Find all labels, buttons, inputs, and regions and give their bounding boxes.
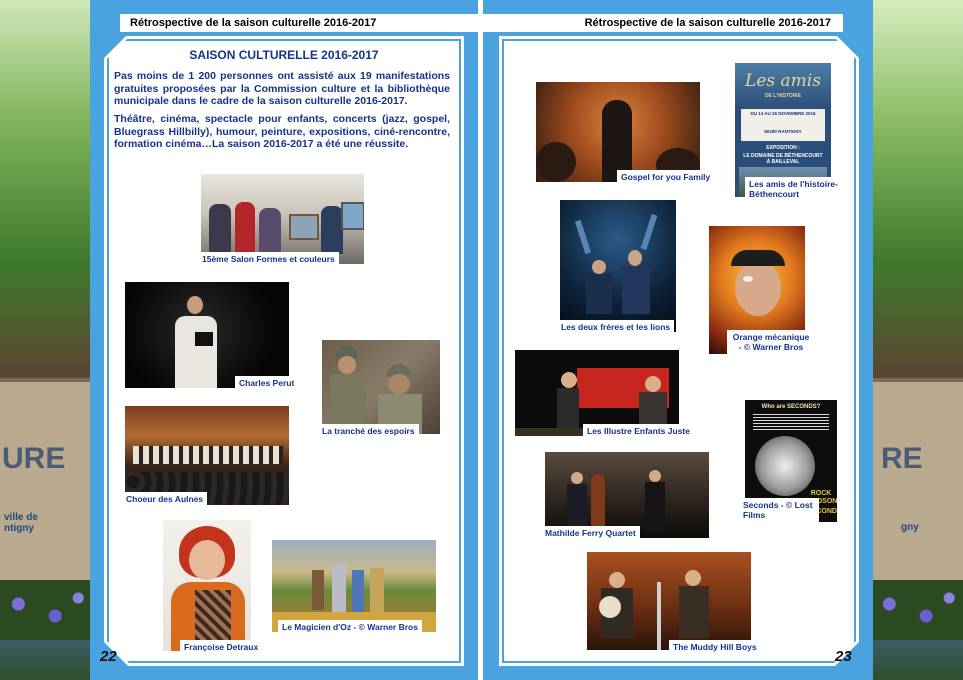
caption-seconds: Seconds - © Lost Films bbox=[739, 498, 819, 522]
caption-detraux: Françoise Detraux bbox=[180, 640, 263, 654]
poster-amis-subtitle: DE L'HISTOIRE bbox=[764, 93, 802, 99]
poster-amis-expo: EXPOSITION : bbox=[766, 145, 800, 151]
caption-muddy: The Muddy Hill Boys bbox=[669, 640, 761, 654]
photo-deux-freres bbox=[560, 200, 676, 332]
wooden-sign-left: URE ville de ntigny bbox=[0, 378, 92, 582]
photo-magicien-oz bbox=[272, 540, 436, 632]
poster-seconds-top: Who are SECONDS? bbox=[761, 404, 821, 410]
photo-salon-formes bbox=[201, 174, 364, 264]
sign-text-left: URE bbox=[2, 442, 66, 475]
article-title: SAISON CULTURELLE 2016-2017 bbox=[189, 48, 379, 62]
poster-amis-location: 60290 RANTIGNY bbox=[764, 129, 802, 134]
background-forest-left: URE ville de ntigny bbox=[0, 0, 92, 680]
sign-sub-left: ville de ntigny bbox=[4, 512, 38, 534]
photo-choeur-aulnes bbox=[125, 406, 289, 505]
caption-salon: 15ème Salon Formes et couleurs bbox=[198, 252, 339, 266]
sign-sub-right: gny bbox=[901, 522, 919, 533]
intro-paragraph-1: Pas moins de 1 200 personnes ont assisté… bbox=[114, 70, 450, 107]
sign-text-right: RE bbox=[881, 442, 923, 475]
poster-amis-dates: DU 14 AU 26 NOVEMBRE 2016 bbox=[750, 111, 816, 116]
caption-gospel: Gospel for you Family bbox=[617, 170, 715, 184]
poster-amis-title: Les amis bbox=[745, 71, 821, 91]
wooden-sign-right: RE gny bbox=[871, 378, 963, 582]
page-right: Rétrospective de la saison culturelle 20… bbox=[483, 0, 873, 680]
flowers-left bbox=[0, 580, 92, 640]
caption-mathilde: Mathilde Ferry Quartet bbox=[541, 526, 640, 540]
caption-tranche: La tranché des espoirs bbox=[318, 424, 419, 438]
photo-gospel bbox=[536, 82, 700, 182]
photo-muddy-hill-boys bbox=[587, 552, 751, 650]
intro-paragraph-2: Théâtre, cinéma, spectacle pour enfants,… bbox=[114, 113, 450, 150]
caption-oz: Le Magicien d'Oz - © Warner Bros bbox=[278, 620, 422, 634]
caption-freres: Les deux frères et les lions bbox=[557, 320, 675, 334]
caption-amis: Les amis de l'histoire-Béthencourt bbox=[745, 177, 845, 201]
photo-charles-perut bbox=[125, 282, 289, 388]
caption-choeur: Choeur des Aulnes bbox=[122, 492, 208, 506]
page-number-right: 23 bbox=[835, 648, 852, 665]
page-header-left: Rétrospective de la saison culturelle 20… bbox=[120, 14, 478, 32]
background-forest-right: RE gny bbox=[871, 0, 963, 680]
page-header-right: Rétrospective de la saison culturelle 20… bbox=[483, 14, 843, 32]
page-number-left: 22 bbox=[100, 648, 117, 665]
flowers-right bbox=[871, 580, 963, 640]
caption-perut: Charles Perut bbox=[235, 376, 299, 390]
photo-francoise-detraux bbox=[163, 520, 251, 651]
photo-tranche-espoirs bbox=[322, 340, 440, 434]
caption-orange: Orange mécanique - © Warner Bros bbox=[727, 330, 815, 354]
caption-illustre: Les Illustre Enfants Juste bbox=[583, 424, 694, 438]
page-left: Rétrospective de la saison culturelle 20… bbox=[90, 0, 478, 680]
poster-amis-expo-title: LE DOMAINE DE BÉTHENCOURT À BAILLEVAL bbox=[743, 153, 823, 165]
